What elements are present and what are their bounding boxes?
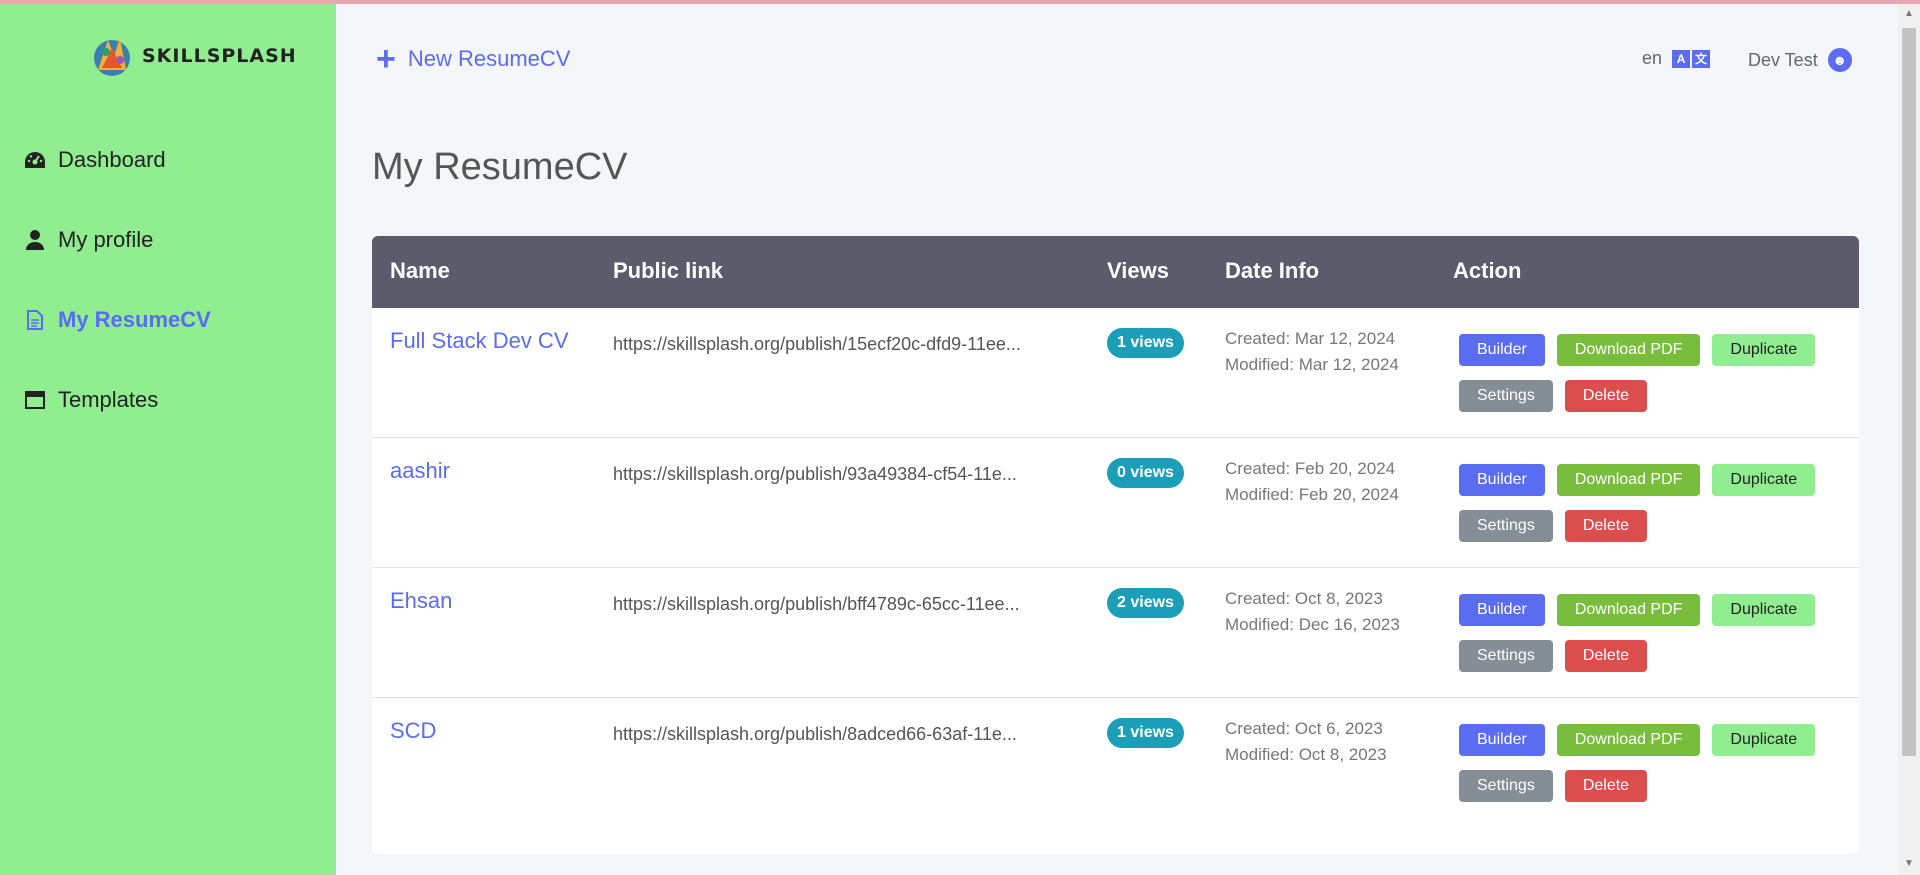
resume-table: Name Public link Views Date Info Action … <box>372 236 1859 854</box>
download-pdf-button[interactable]: Download PDF <box>1556 724 1701 756</box>
duplicate-button[interactable]: Duplicate <box>1712 334 1816 366</box>
table-row: Full Stack Dev CV https://skillsplash.or… <box>372 308 1859 438</box>
new-resumecv-label: New ResumeCV <box>407 46 571 71</box>
sidebar-item-my-resumecv[interactable]: My ResumeCV <box>0 280 336 360</box>
table-row: Ehsan https://skillsplash.org/publish/bf… <box>372 568 1859 698</box>
created-date: Created: Oct 8, 2023 <box>1225 589 1383 608</box>
smile-icon: ☻ <box>1827 48 1852 72</box>
views-badge: 1 views <box>1107 718 1184 748</box>
resume-name-link[interactable]: Ehsan <box>390 588 452 614</box>
date-info: Created: Feb 20, 2024 Modified: Feb 20, … <box>1225 456 1399 508</box>
public-link[interactable]: https://skillsplash.org/publish/8adced66… <box>613 724 1017 745</box>
main-content: + New ResumeCV en A文 Dev Test ☻ My Resum… <box>336 4 1898 875</box>
builder-button[interactable]: Builder <box>1459 724 1545 756</box>
sidebar-item-label: My profile <box>58 227 154 252</box>
header-views: Views <box>1107 258 1169 283</box>
new-resumecv-button[interactable]: + New ResumeCV <box>376 42 570 76</box>
duplicate-button[interactable]: Duplicate <box>1712 594 1816 626</box>
language-switcher[interactable]: en A文 <box>1642 48 1712 69</box>
header-action: Action <box>1453 258 1522 283</box>
settings-button[interactable]: Settings <box>1459 380 1553 412</box>
duplicate-button[interactable]: Duplicate <box>1712 724 1816 756</box>
logo-icon <box>94 38 130 76</box>
download-pdf-button[interactable]: Download PDF <box>1556 594 1701 626</box>
settings-button[interactable]: Settings <box>1459 640 1553 672</box>
translate-icon: A文 <box>1672 49 1712 68</box>
sidebar-item-label: My ResumeCV <box>58 307 211 332</box>
sidebar-item-label: Dashboard <box>58 147 166 172</box>
resume-name-link[interactable]: SCD <box>390 718 436 744</box>
sidebar-item-label: Templates <box>58 387 159 412</box>
date-info: Created: Oct 8, 2023 Modified: Dec 16, 2… <box>1225 586 1400 638</box>
user-menu[interactable]: Dev Test ☻ <box>1748 48 1852 72</box>
resume-name-link[interactable]: aashir <box>390 458 450 484</box>
sidebar-item-my-profile[interactable]: My profile <box>0 200 336 280</box>
sidebar: SKILLSPLASH Dashboard My profile My Resu… <box>0 4 336 875</box>
modified-date: Modified: Feb 20, 2024 <box>1225 485 1399 504</box>
table-header: Name Public link Views Date Info Action <box>372 236 1859 308</box>
document-icon <box>24 309 46 331</box>
builder-button[interactable]: Builder <box>1459 334 1545 366</box>
brand-logo[interactable]: SKILLSPLASH <box>86 30 297 82</box>
language-code: en <box>1642 48 1663 68</box>
sidebar-item-dashboard[interactable]: Dashboard <box>0 120 336 200</box>
window-icon <box>24 389 46 411</box>
views-badge: 1 views <box>1107 328 1184 358</box>
public-link[interactable]: https://skillsplash.org/publish/93a49384… <box>613 464 1017 485</box>
header-public-link: Public link <box>613 258 724 283</box>
user-icon <box>24 229 46 251</box>
settings-button[interactable]: Settings <box>1459 510 1553 542</box>
row-actions: Builder Download PDF Duplicate Settings … <box>1453 464 1853 542</box>
download-pdf-button[interactable]: Download PDF <box>1556 334 1701 366</box>
views-badge: 2 views <box>1107 588 1184 618</box>
brand-name: SKILLSPLASH <box>142 45 297 67</box>
plus-icon: + <box>376 40 396 78</box>
settings-button[interactable]: Settings <box>1459 770 1553 802</box>
sidebar-nav: Dashboard My profile My ResumeCV Templat… <box>0 120 336 440</box>
date-info: Created: Mar 12, 2024 Modified: Mar 12, … <box>1225 326 1399 378</box>
delete-button[interactable]: Delete <box>1564 380 1648 412</box>
delete-button[interactable]: Delete <box>1564 770 1648 802</box>
builder-button[interactable]: Builder <box>1459 464 1545 496</box>
sidebar-item-templates[interactable]: Templates <box>0 360 336 440</box>
page-title: My ResumeCV <box>372 146 628 188</box>
public-link[interactable]: https://skillsplash.org/publish/bff4789c… <box>613 594 1020 615</box>
date-info: Created: Oct 6, 2023 Modified: Oct 8, 20… <box>1225 716 1387 768</box>
header-date-info: Date Info <box>1225 258 1320 283</box>
scroll-down-icon[interactable]: ▼ <box>1904 858 1914 869</box>
scrollbar-thumb[interactable] <box>1902 28 1916 756</box>
table-row: aashir https://skillsplash.org/publish/9… <box>372 438 1859 568</box>
row-actions: Builder Download PDF Duplicate Settings … <box>1453 594 1853 672</box>
builder-button[interactable]: Builder <box>1459 594 1545 626</box>
download-pdf-button[interactable]: Download PDF <box>1556 464 1701 496</box>
dashboard-icon <box>24 149 46 171</box>
modified-date: Modified: Mar 12, 2024 <box>1225 355 1399 374</box>
views-badge: 0 views <box>1107 458 1184 488</box>
created-date: Created: Feb 20, 2024 <box>1225 459 1396 478</box>
delete-button[interactable]: Delete <box>1564 510 1648 542</box>
header-name: Name <box>390 258 450 283</box>
public-link[interactable]: https://skillsplash.org/publish/15ecf20c… <box>613 334 1021 355</box>
vertical-scrollbar[interactable]: ▲ ▼ <box>1898 4 1920 875</box>
user-name: Dev Test <box>1748 49 1818 70</box>
table-row: SCD https://skillsplash.org/publish/8adc… <box>372 698 1859 828</box>
delete-button[interactable]: Delete <box>1564 640 1648 672</box>
modified-date: Modified: Dec 16, 2023 <box>1225 615 1400 634</box>
duplicate-button[interactable]: Duplicate <box>1712 464 1816 496</box>
row-actions: Builder Download PDF Duplicate Settings … <box>1453 334 1853 412</box>
modified-date: Modified: Oct 8, 2023 <box>1225 745 1387 764</box>
scroll-up-icon[interactable]: ▲ <box>1904 8 1914 19</box>
created-date: Created: Oct 6, 2023 <box>1225 719 1383 738</box>
row-actions: Builder Download PDF Duplicate Settings … <box>1453 724 1853 802</box>
created-date: Created: Mar 12, 2024 <box>1225 329 1396 348</box>
resume-name-link[interactable]: Full Stack Dev CV <box>390 328 569 354</box>
